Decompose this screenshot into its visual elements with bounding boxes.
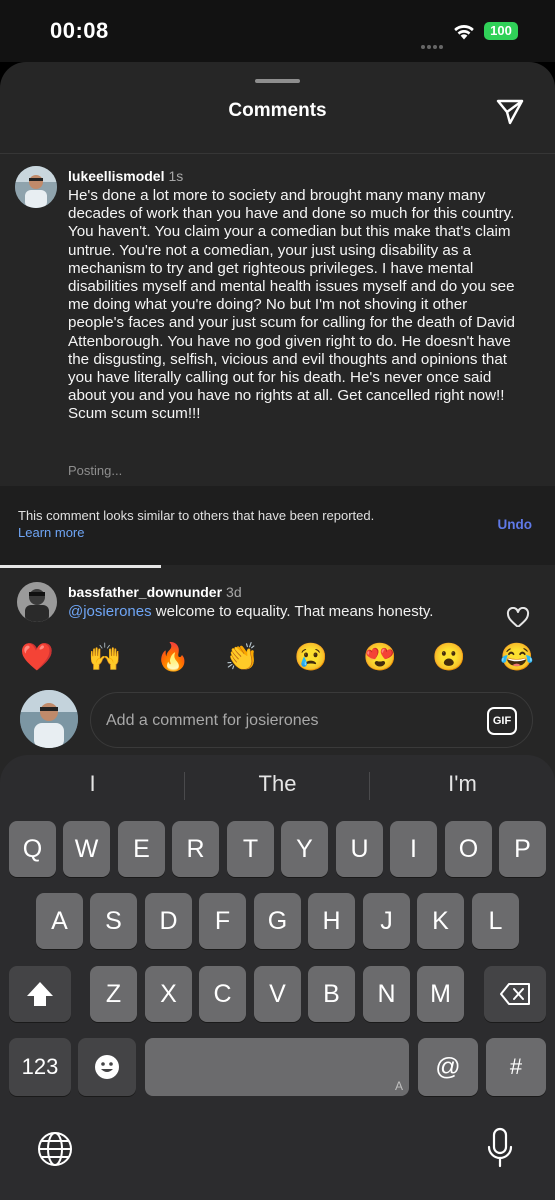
microphone-icon[interactable] — [485, 1127, 515, 1169]
status-bar: 00:08 100 — [0, 0, 555, 62]
share-icon[interactable] — [494, 95, 526, 127]
undo-button[interactable]: Undo — [498, 517, 533, 532]
emoji-clap[interactable]: 👏 — [223, 639, 261, 675]
comment-username[interactable]: bassfather_downunder 3d — [68, 584, 242, 600]
comment-time: 3d — [226, 584, 242, 600]
key-k[interactable]: K — [417, 893, 464, 949]
key-e[interactable]: E — [118, 821, 165, 877]
key-b[interactable]: B — [308, 966, 355, 1022]
status-time: 00:08 — [50, 18, 109, 43]
like-heart-icon[interactable] — [506, 607, 530, 629]
key-i[interactable]: I — [390, 821, 437, 877]
wifi-icon — [454, 24, 474, 40]
comment-text: He's done a lot more to society and brou… — [68, 187, 515, 423]
key-r[interactable]: R — [172, 821, 219, 877]
key-d[interactable]: D — [145, 893, 192, 949]
emoji-crying[interactable]: 😢 — [292, 639, 330, 675]
suggestion-2[interactable]: The — [185, 771, 370, 797]
avatar[interactable] — [15, 166, 57, 208]
key-o[interactable]: O — [445, 821, 492, 877]
backspace-key[interactable] — [484, 966, 546, 1022]
mention-link[interactable]: @josierones — [68, 603, 152, 620]
numbers-key[interactable]: 123 — [9, 1038, 71, 1096]
key-q[interactable]: Q — [9, 821, 56, 877]
emoji-smiley-icon — [95, 1055, 119, 1079]
emoji-surprised[interactable]: 😮 — [430, 639, 468, 675]
keyboard: I The I'm Q W E R T Y U I O P A S D F G … — [0, 755, 555, 1200]
comment-username[interactable]: lukeellismodel 1s — [68, 168, 183, 184]
globe-icon[interactable] — [35, 1129, 75, 1169]
undo-progress-fill — [0, 565, 161, 568]
shift-key[interactable] — [9, 966, 71, 1022]
suggestion-bar: I The I'm — [0, 755, 555, 813]
report-notice: This comment looks similar to others tha… — [0, 486, 555, 566]
battery-icon: 100 — [484, 22, 518, 40]
shift-icon — [27, 982, 53, 1006]
key-v[interactable]: V — [254, 966, 301, 1022]
key-y[interactable]: Y — [281, 821, 328, 877]
key-x[interactable]: X — [145, 966, 192, 1022]
undo-progress-bar — [0, 565, 555, 568]
key-l[interactable]: L — [472, 893, 519, 949]
key-s[interactable]: S — [90, 893, 137, 949]
key-m[interactable]: M — [417, 966, 464, 1022]
report-message: This comment looks similar to others tha… — [18, 508, 375, 523]
sheet-title: Comments — [228, 100, 327, 121]
comment-input-container: GIF — [90, 692, 533, 748]
emoji-laughing[interactable]: 😂 — [498, 639, 536, 675]
cellular-signal-icon — [421, 36, 447, 49]
suggestion-3[interactable]: I'm — [370, 771, 555, 797]
hash-key[interactable]: # — [486, 1038, 546, 1096]
emoji-fire[interactable]: 🔥 — [154, 639, 192, 675]
comment-text: @josierones welcome to equality. That me… — [68, 603, 434, 620]
key-n[interactable]: N — [363, 966, 410, 1022]
key-t[interactable]: T — [227, 821, 274, 877]
comment-input[interactable] — [106, 707, 476, 735]
comment-time: 1s — [168, 168, 184, 184]
posting-status: Posting... — [68, 463, 123, 478]
emoji-reactions-bar: ❤️ 🙌 🔥 👏 😢 😍 😮 😂 — [0, 627, 555, 687]
my-avatar — [20, 690, 78, 748]
key-w[interactable]: W — [63, 821, 110, 877]
backspace-icon — [500, 983, 530, 1005]
emoji-heart-eyes[interactable]: 😍 — [361, 639, 399, 675]
emoji-heart[interactable]: ❤️ — [18, 639, 56, 675]
key-c[interactable]: C — [199, 966, 246, 1022]
emoji-key[interactable] — [78, 1038, 136, 1096]
avatar-photo — [15, 166, 57, 208]
at-key[interactable]: @ — [418, 1038, 478, 1096]
avatar-photo — [17, 582, 57, 622]
key-f[interactable]: F — [199, 893, 246, 949]
emoji-raised-hands[interactable]: 🙌 — [86, 639, 124, 675]
key-j[interactable]: J — [363, 893, 410, 949]
key-h[interactable]: H — [308, 893, 355, 949]
avatar-photo — [20, 690, 78, 748]
key-u[interactable]: U — [336, 821, 383, 877]
suggestion-1[interactable]: I — [0, 771, 185, 797]
header-divider — [0, 153, 555, 154]
gif-button[interactable]: GIF — [487, 707, 517, 735]
learn-more-link[interactable]: Learn more — [18, 525, 84, 540]
avatar[interactable] — [17, 582, 57, 622]
key-z[interactable]: Z — [90, 966, 137, 1022]
space-key[interactable]: A — [145, 1038, 409, 1096]
key-a[interactable]: A — [36, 893, 83, 949]
comment-composer: GIF — [0, 687, 555, 757]
sheet-grabber[interactable] — [255, 79, 300, 83]
space-hint: A — [394, 1079, 403, 1093]
key-g[interactable]: G — [254, 893, 301, 949]
key-p[interactable]: P — [499, 821, 546, 877]
